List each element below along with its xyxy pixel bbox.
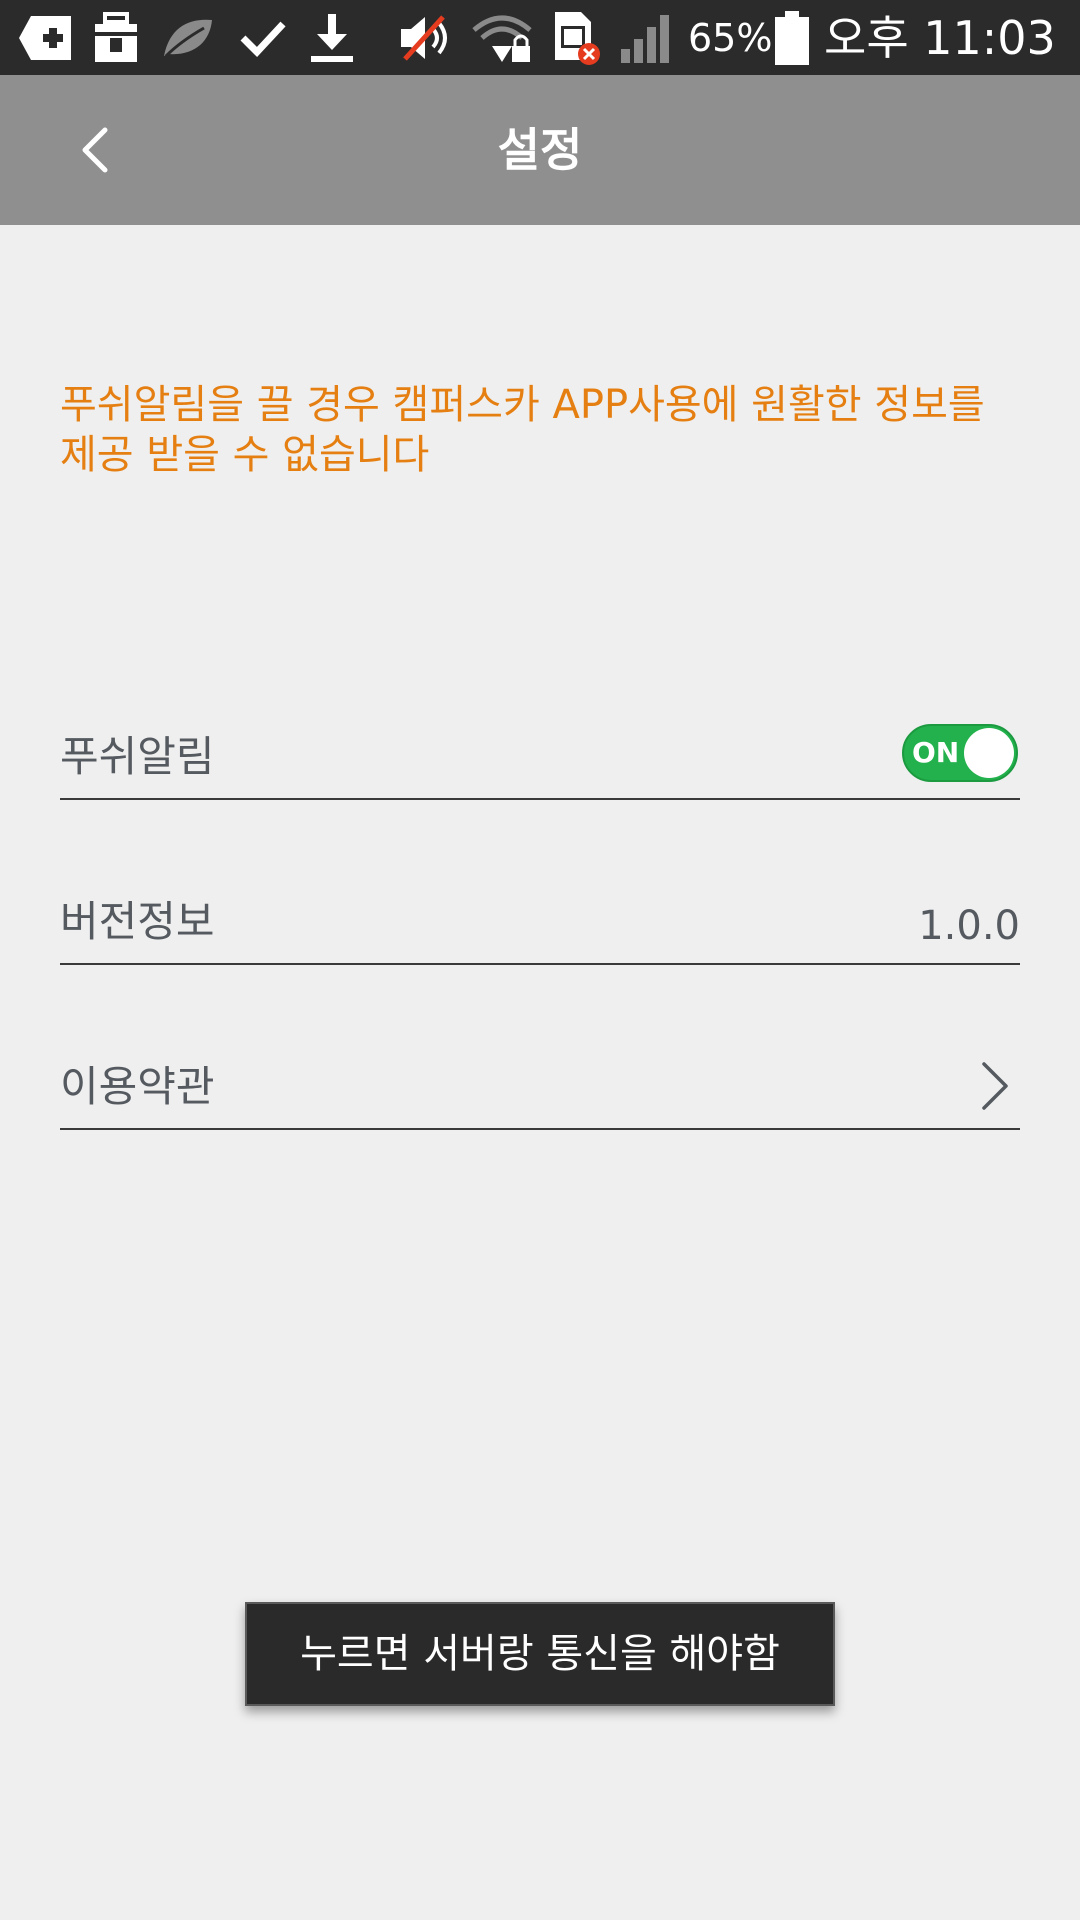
- download-icon: [306, 10, 358, 66]
- toast-message: 누르면 서버랑 통신을 해야함: [245, 1602, 835, 1706]
- push-notice-text: 푸쉬알림을 끌 경우 캠퍼스카 APP사용에 원활한 정보를 제공 받을 수 없…: [60, 382, 985, 478]
- chevron-left-icon: [82, 127, 108, 173]
- toggle-knob: [964, 728, 1014, 778]
- push-notification-row: 푸쉬알림 ON: [60, 680, 1020, 800]
- back-button[interactable]: [60, 115, 130, 185]
- status-bar: 65% 오후 11:03: [0, 0, 1080, 75]
- check-icon: [238, 10, 288, 66]
- push-notification-toggle[interactable]: ON: [902, 724, 1018, 782]
- app-header: 설정: [0, 75, 1080, 225]
- status-time: 오후 11:03: [824, 11, 1056, 65]
- leaf-icon: [160, 10, 216, 66]
- version-value: 1.0.0: [918, 903, 1020, 949]
- medical-plus-icon: [16, 10, 74, 66]
- battery-icon: [772, 10, 812, 66]
- battery-percent: 65%: [688, 16, 773, 60]
- toggle-state-label: ON: [912, 736, 960, 769]
- chevron-right-icon: [982, 1062, 1008, 1110]
- version-info-label: 버전정보: [60, 897, 215, 946]
- sim-error-icon: [550, 10, 602, 66]
- signal-icon: [618, 10, 676, 66]
- terms-of-use-label: 이용약관: [60, 1062, 215, 1111]
- push-notification-label: 푸쉬알림: [60, 732, 215, 781]
- mute-icon: [396, 10, 458, 66]
- page-title: 설정: [497, 123, 583, 177]
- version-info-row: 버전정보 1.0.0: [60, 845, 1020, 965]
- wifi-lock-icon: [470, 10, 536, 66]
- terms-of-use-row[interactable]: 이용약관: [60, 1010, 1020, 1130]
- briefcase-icon: [90, 10, 142, 66]
